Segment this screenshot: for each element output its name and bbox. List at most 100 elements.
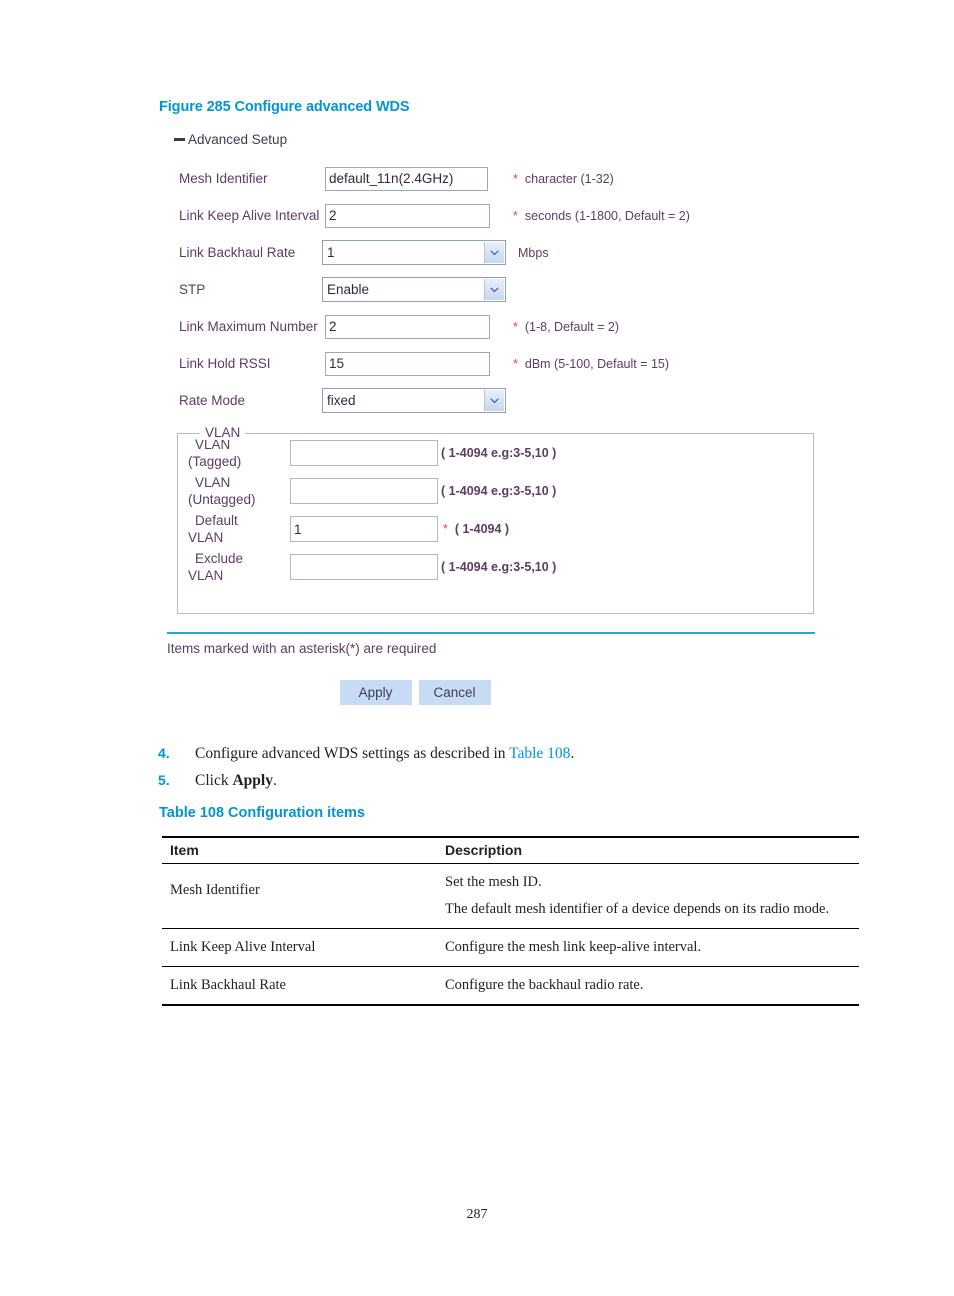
label-exclude-vlan-line1: Exclude (195, 551, 244, 566)
exclude-vlan-input[interactable] (290, 554, 438, 580)
advanced-setup-header[interactable]: Advanced Setup (165, 128, 825, 150)
label-vlan-tagged-line2: (Tagged) (188, 454, 242, 469)
step-4-number: 4. (158, 745, 170, 761)
stp-select[interactable]: Enable (322, 277, 506, 302)
mesh-identifier-input[interactable] (325, 166, 488, 191)
table-cell-description: Configure the mesh link keep-alive inter… (435, 928, 859, 967)
step-5-number: 5. (158, 772, 170, 788)
label-link-keep-alive-interval: Link Keep Alive Interval (179, 208, 320, 223)
table-row: Link Backhaul Rate Configure the backhau… (162, 966, 859, 1006)
description-line-1: Set the mesh ID. (445, 874, 542, 890)
chevron-down-icon[interactable] (484, 279, 504, 300)
hint-link-keep-alive-interval: seconds (1-1800, Default = 2) (524, 208, 690, 223)
step-4-text-after: . (570, 745, 575, 762)
procedure-steps: 4. Configure advanced WDS settings as de… (158, 744, 858, 798)
label-link-hold-rssi: Link Hold RSSI (179, 356, 271, 371)
step-5: 5. Click Apply. (158, 771, 858, 790)
hint-vlan-tagged: ( 1-4094 e.g:3-5,10 ) (441, 446, 557, 460)
hint-mesh-identifier: character (1-32) (524, 171, 614, 186)
required-asterisk: * (513, 208, 518, 223)
vlan-row-default: Default VLAN * ( 1-4094 ) (178, 510, 813, 548)
table-header-description: Description (435, 836, 859, 864)
vlan-row-tagged: VLAN (Tagged) ( 1-4094 e.g:3-5,10 ) (178, 434, 813, 472)
form-divider (167, 632, 815, 634)
label-vlan-untagged-line2: (Untagged) (188, 492, 256, 507)
rate-mode-value: fixed (327, 393, 356, 408)
hint-link-maximum-number: (1-8, Default = 2) (524, 319, 620, 334)
hint-vlan-untagged: ( 1-4094 e.g:3-5,10 ) (441, 484, 557, 498)
vlan-legend: VLAN (200, 425, 246, 440)
step-5-apply-emphasis: Apply (232, 772, 273, 789)
wds-advanced-setup-panel: Advanced Setup Mesh Identifier * charact… (165, 128, 825, 705)
link-maximum-number-input[interactable] (325, 314, 490, 339)
step-4-text: Configure advanced WDS settings as descr… (195, 744, 574, 763)
table-header-item: Item (162, 836, 435, 864)
chevron-down-icon[interactable] (484, 242, 504, 263)
advanced-setup-form: Mesh Identifier * character (1-32) Link … (165, 160, 825, 419)
step-4: 4. Configure advanced WDS settings as de… (158, 744, 858, 763)
required-asterisk: * (443, 522, 448, 536)
hint-default-vlan: ( 1-4094 ) (454, 522, 510, 536)
label-vlan-untagged: VLAN (Untagged) (178, 474, 290, 508)
hint-link-backhaul-rate: Mbps (518, 245, 549, 260)
table-caption: Table 108 Configuration items (159, 805, 365, 821)
apply-button[interactable]: Apply (339, 680, 412, 705)
figure-caption: Figure 285 Configure advanced WDS (159, 99, 410, 115)
required-asterisk: * (513, 319, 518, 334)
step-5-text: Click Apply. (195, 771, 277, 790)
field-row-link-maximum-number: Link Maximum Number * (1-8, Default = 2) (165, 308, 825, 345)
vlan-row-untagged: VLAN (Untagged) ( 1-4094 e.g:3-5,10 ) (178, 472, 813, 510)
form-action-buttons: Apply Cancel (165, 680, 825, 705)
table-cell-item: Mesh Identifier (162, 863, 435, 929)
label-exclude-vlan: Exclude VLAN (178, 550, 290, 584)
link-backhaul-rate-value: 1 (327, 245, 335, 260)
configuration-items-table: Item Description Mesh Identifier Set the… (162, 836, 859, 1006)
table-row: Link Keep Alive Interval Configure the m… (162, 928, 859, 967)
field-row-link-backhaul-rate: Link Backhaul Rate 1 Mbps (165, 234, 825, 271)
table-cell-item: Link Backhaul Rate (162, 966, 435, 1006)
required-asterisk: * (513, 171, 518, 186)
field-row-link-hold-rssi: Link Hold RSSI * dBm (5-100, Default = 1… (165, 345, 825, 382)
step-4-text-before: Configure advanced WDS settings as descr… (195, 745, 510, 762)
label-link-maximum-number: Link Maximum Number (179, 319, 318, 334)
step-5-text-after: . (272, 772, 277, 789)
hint-link-hold-rssi: dBm (5-100, Default = 15) (524, 356, 670, 371)
rate-mode-select[interactable]: fixed (322, 388, 506, 413)
label-exclude-vlan-line2: VLAN (188, 568, 224, 583)
vlan-untagged-input[interactable] (290, 478, 438, 504)
table-cell-item: Link Keep Alive Interval (162, 928, 435, 967)
label-stp: STP (179, 282, 206, 297)
field-row-link-keep-alive-interval: Link Keep Alive Interval * seconds (1-18… (165, 197, 825, 234)
field-row-mesh-identifier: Mesh Identifier * character (1-32) (165, 160, 825, 197)
label-default-vlan: Default VLAN (178, 512, 290, 546)
stp-value: Enable (327, 282, 370, 297)
page-number: 287 (466, 1207, 488, 1222)
step-5-text-before: Click (195, 772, 233, 789)
link-backhaul-rate-select[interactable]: 1 (322, 240, 506, 265)
chevron-down-icon[interactable] (484, 390, 504, 411)
label-vlan-tagged: VLAN (Tagged) (178, 436, 290, 470)
hint-exclude-vlan: ( 1-4094 e.g:3-5,10 ) (441, 560, 557, 574)
link-keep-alive-interval-input[interactable] (325, 203, 490, 228)
vlan-tagged-input[interactable] (290, 440, 438, 466)
label-default-vlan-line1: Default (195, 513, 238, 528)
required-asterisk: * (513, 356, 518, 371)
collapse-minus-icon[interactable] (174, 134, 185, 145)
vlan-row-exclude: Exclude VLAN ( 1-4094 e.g:3-5,10 ) (178, 548, 813, 586)
field-row-rate-mode: Rate Mode fixed (165, 382, 825, 419)
table-108-xref-link[interactable]: Table 108 (509, 745, 570, 762)
label-default-vlan-line2: VLAN (188, 530, 224, 545)
label-mesh-identifier: Mesh Identifier (179, 171, 268, 186)
required-fields-note: Items marked with an asterisk(*) are req… (167, 641, 437, 656)
label-vlan-untagged-line1: VLAN (195, 475, 231, 490)
field-row-stp: STP Enable (165, 271, 825, 308)
table-row: Mesh Identifier Set the mesh ID. The def… (162, 863, 859, 929)
table-header-row: Item Description (162, 836, 859, 864)
table-cell-description: Configure the backhaul radio rate. (435, 966, 859, 1006)
vlan-fieldset: VLAN VLAN (Tagged) ( 1-4094 e.g:3-5,10 )… (177, 425, 814, 614)
table-cell-description: Set the mesh ID. The default mesh identi… (435, 863, 859, 929)
cancel-button[interactable]: Cancel (418, 680, 491, 705)
link-hold-rssi-input[interactable] (325, 351, 490, 376)
label-rate-mode: Rate Mode (179, 393, 246, 408)
default-vlan-input[interactable] (290, 516, 438, 542)
